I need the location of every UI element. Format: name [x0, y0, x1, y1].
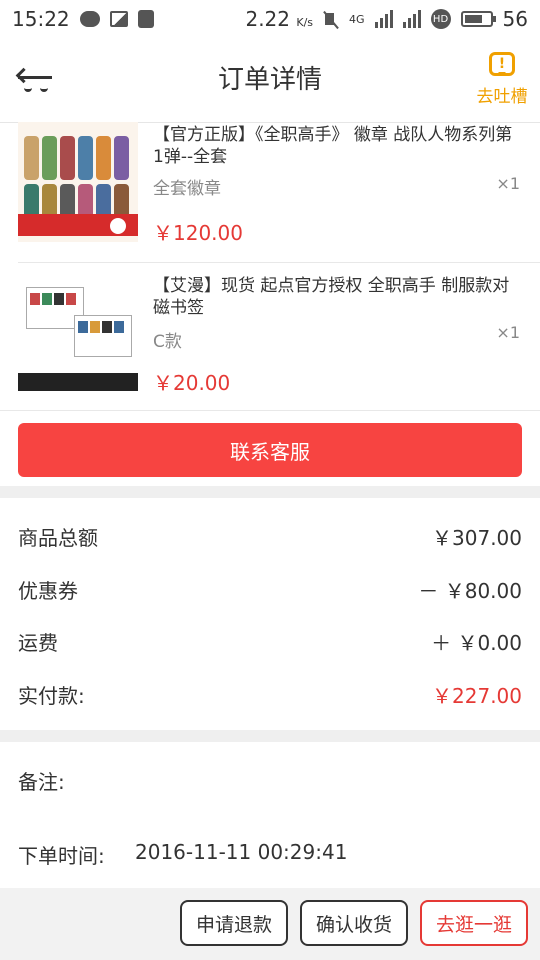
- shipping-row: 运费 ＋ ￥0.00: [18, 615, 522, 667]
- item-spec: C款: [153, 332, 182, 352]
- mute-icon: [323, 10, 339, 28]
- coupon-value: － ￥80.00: [418, 579, 522, 603]
- order-item[interactable]: 【官方正版】《全职高手》 徽章 战队人物系列第1弹--全套 全套徽章 ×1 ￥1…: [0, 122, 540, 262]
- item-spec: 全套徽章: [153, 179, 221, 199]
- section-divider: [0, 486, 540, 498]
- item-quantity: ×1: [496, 323, 520, 342]
- complain-button[interactable]: ! 去吐槽: [474, 48, 530, 107]
- goods-total-row: 商品总额 ￥307.00: [18, 510, 522, 562]
- item-title: 【官方正版】《全职高手》 徽章 战队人物系列第1弹--全套: [153, 125, 513, 167]
- order-items: 【官方正版】《全职高手》 徽章 战队人物系列第1弹--全套 全套徽章 ×1 ￥1…: [0, 122, 540, 403]
- order-time-value: 2016-11-11 00:29:41: [135, 840, 348, 864]
- browse-button[interactable]: 去逛一逛: [420, 900, 528, 946]
- order-item[interactable]: 【艾漫】现货 起点官方授权 全职高手 制服款对磁书签 C款 ×1 ￥20.00: [18, 262, 540, 403]
- hd-icon: HD: [430, 9, 451, 29]
- contact-section: 联系客服: [0, 410, 540, 487]
- remark-row: 备注:: [0, 742, 540, 817]
- remark-label: 备注:: [18, 770, 65, 794]
- page-title: 订单详情: [217, 65, 322, 95]
- coupon-row: 优惠券 － ￥80.00: [18, 563, 522, 615]
- item-quantity: ×1: [496, 174, 520, 193]
- paid-row: 实付款: ￥227.00: [18, 668, 522, 720]
- item-price: ￥120.00: [153, 221, 243, 245]
- product-image: [18, 122, 138, 242]
- order-time-row: 下单时间: 2016-11-11 00:29:41: [0, 816, 540, 888]
- item-title: 【艾漫】现货 起点官方授权 全职高手 制服款对磁书签: [153, 276, 510, 318]
- picture-icon: [109, 11, 128, 27]
- paid-value: ￥227.00: [432, 684, 522, 708]
- item-price: ￥20.00: [153, 371, 231, 395]
- product-image: [18, 273, 138, 393]
- net-speed: 2.22 K/s: [245, 7, 314, 31]
- refund-button[interactable]: 申请退款: [180, 900, 288, 946]
- order-time-label: 下单时间:: [18, 844, 105, 868]
- section-divider: [0, 730, 540, 742]
- paid-label: 实付款:: [18, 684, 85, 708]
- coupon-label: 优惠券: [18, 579, 78, 603]
- status-bar: 15:22 2.22 K/s 4G HD 56: [0, 0, 540, 38]
- action-bar: 申请退款 确认收货 去逛一逛: [0, 888, 540, 960]
- status-time: 15:22: [12, 7, 70, 31]
- message-icon: [79, 11, 100, 27]
- feedback-icon: !: [489, 52, 515, 76]
- battery-icon: [460, 11, 496, 27]
- complain-label: 去吐槽: [476, 87, 528, 107]
- contact-service-button[interactable]: 联系客服: [18, 423, 522, 477]
- goods-total-label: 商品总额: [18, 526, 98, 550]
- price-summary: 商品总额 ￥307.00 优惠券 － ￥80.00 运费 ＋ ￥0.00 实付款…: [0, 498, 540, 730]
- confirm-receipt-button[interactable]: 确认收货: [300, 900, 408, 946]
- network-type: 4G: [349, 12, 365, 26]
- shipping-value: ＋ ￥0.00: [431, 631, 522, 655]
- signal-icon-2: [402, 10, 421, 28]
- shipping-label: 运费: [18, 631, 58, 655]
- qq-icon: [137, 10, 154, 28]
- battery-level: 56: [502, 7, 528, 31]
- goods-total-value: ￥307.00: [432, 526, 522, 550]
- signal-icon: [374, 10, 393, 28]
- nav-bar: 订单详情 ! 去吐槽: [0, 38, 540, 123]
